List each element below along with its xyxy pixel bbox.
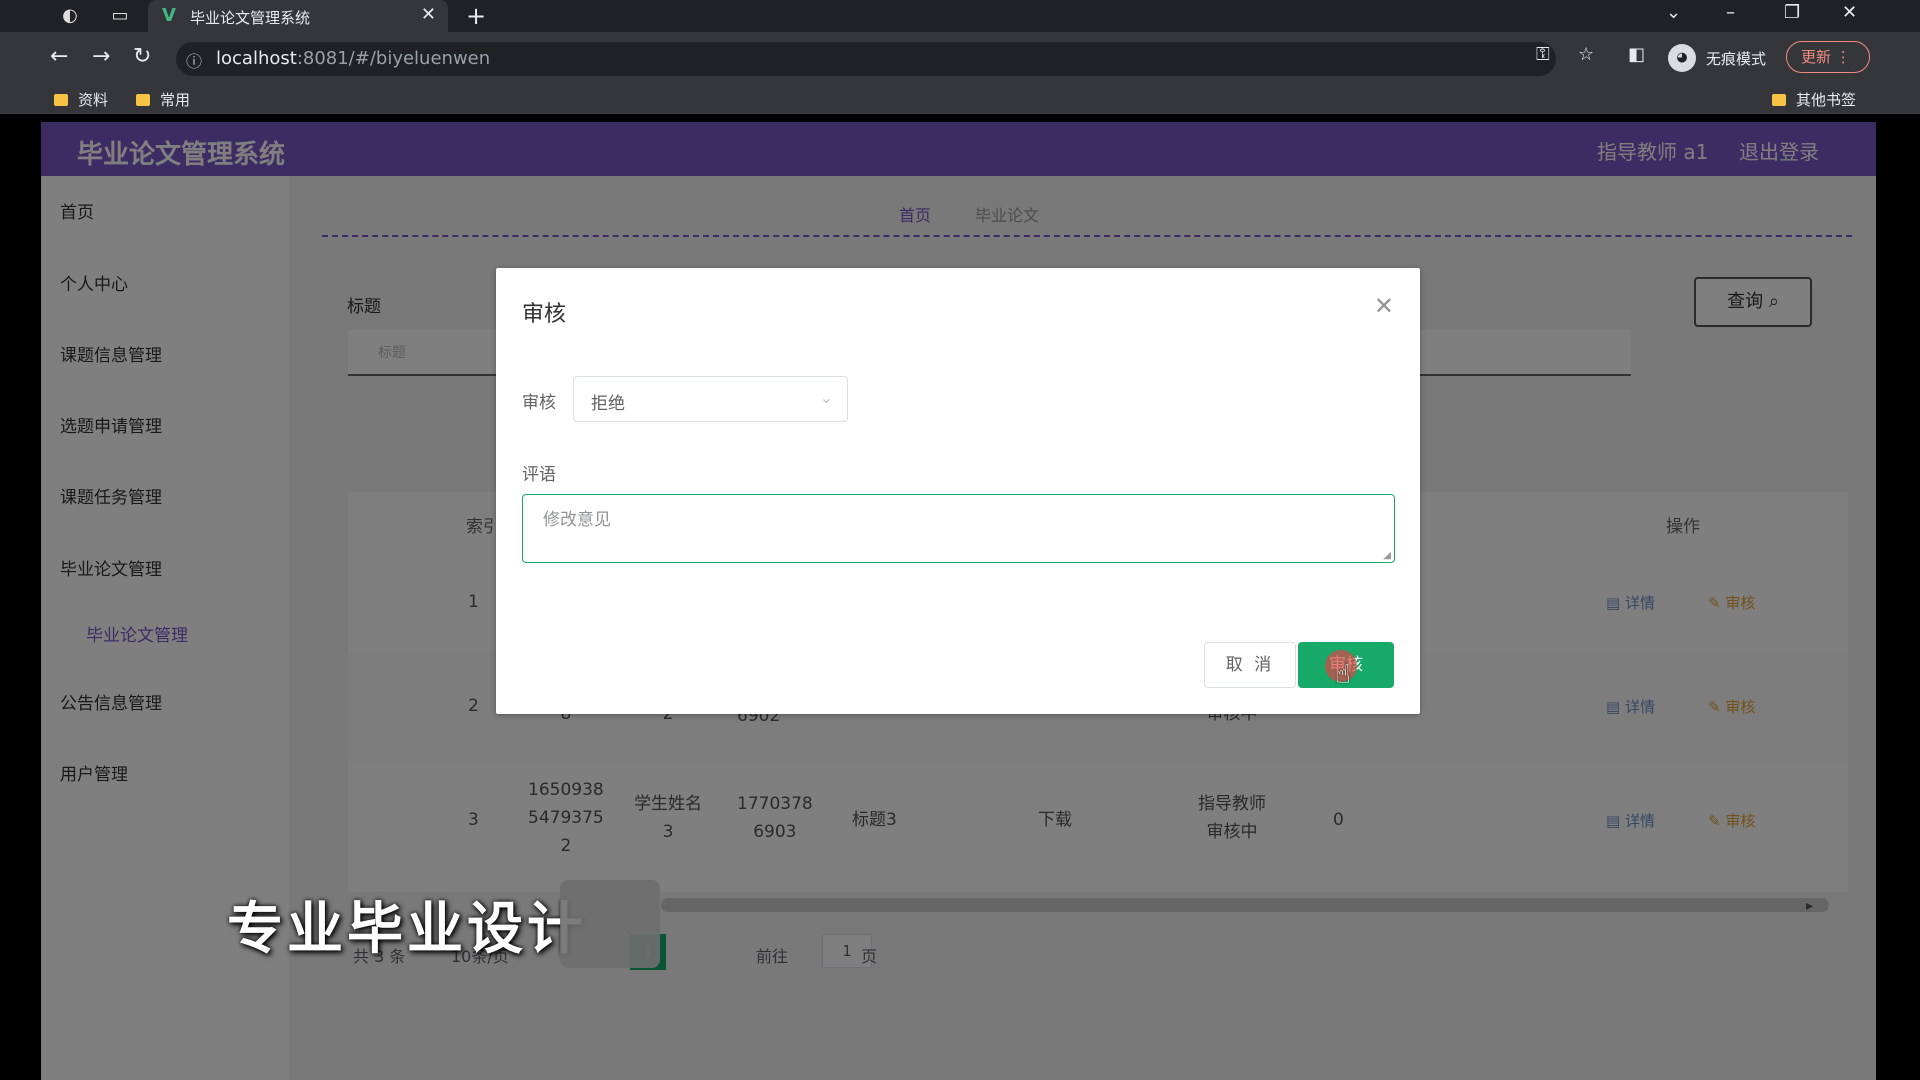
update-button[interactable]: 更新 ⋮ bbox=[1786, 41, 1870, 73]
folder-icon bbox=[1772, 94, 1786, 106]
audit-label: 审核 bbox=[522, 393, 556, 413]
address-bar[interactable]: ⓘ localhost:8081/#/biyeluenwen bbox=[176, 42, 1556, 76]
key-icon[interactable]: ⚿ bbox=[1536, 44, 1550, 65]
back-icon[interactable]: ← bbox=[50, 44, 68, 69]
browser-tab[interactable]: V 毕业论文管理系统 ✕ bbox=[148, 0, 448, 32]
audit-select-value: 拒绝 bbox=[591, 394, 625, 414]
side-panel-icon[interactable]: ◧ bbox=[1628, 44, 1645, 65]
chevron-down-icon: ⌄ bbox=[819, 388, 833, 407]
audit-select[interactable]: 拒绝 ⌄ bbox=[573, 376, 848, 422]
incognito-profile[interactable]: ◕ 无痕模式 bbox=[1664, 41, 1778, 75]
globe-icon[interactable]: ◐ bbox=[58, 4, 82, 28]
incognito-icon: ◕ bbox=[1668, 44, 1696, 72]
bookmark-folder-2[interactable]: 常用 bbox=[136, 89, 190, 110]
reload-icon[interactable]: ↻ bbox=[133, 44, 151, 69]
vue-favicon-icon: V bbox=[162, 5, 176, 26]
other-bookmarks[interactable]: 其他书签 bbox=[1772, 89, 1856, 110]
cancel-button[interactable]: 取 消 bbox=[1204, 642, 1296, 688]
restore-icon[interactable]: ❐ bbox=[1784, 2, 1800, 23]
dialog-close-icon[interactable]: ✕ bbox=[1374, 292, 1394, 320]
site-info-icon[interactable]: ⓘ bbox=[186, 48, 202, 72]
resize-grip-icon[interactable]: ◢ bbox=[1383, 550, 1391, 561]
watermark-blur bbox=[560, 880, 660, 968]
dialog-title: 审核 bbox=[522, 302, 567, 327]
video-watermark: 专业毕业设计 bbox=[227, 897, 587, 962]
url-text: localhost:8081/#/biyeluenwen bbox=[216, 48, 491, 69]
forward-icon[interactable]: → bbox=[92, 44, 110, 69]
tab-search-icon[interactable]: ⌄ bbox=[1666, 2, 1681, 23]
folder-icon bbox=[136, 94, 150, 106]
bookmarks-bar: 资料 常用 其他书签 bbox=[0, 84, 1920, 114]
hand-cursor-icon: ☝ bbox=[1335, 660, 1351, 690]
comment-placeholder: 修改意见 bbox=[543, 510, 611, 530]
comment-label: 评语 bbox=[522, 465, 556, 485]
tab-close-icon[interactable]: ✕ bbox=[421, 4, 436, 25]
folder-icon bbox=[54, 94, 68, 106]
comment-textarea[interactable]: 修改意见 ◢ bbox=[522, 494, 1395, 563]
tab-window-icon[interactable]: ▭ bbox=[108, 4, 132, 28]
minimize-icon[interactable]: – bbox=[1726, 2, 1735, 23]
window-close-icon[interactable]: ✕ bbox=[1842, 2, 1857, 23]
star-icon[interactable]: ☆ bbox=[1578, 44, 1594, 65]
profile-label: 无痕模式 bbox=[1706, 50, 1767, 68]
browser-tabbar: ◐ ▭ V 毕业论文管理系统 ✕ + ⌄ – ❐ ✕ bbox=[0, 0, 1920, 32]
tab-title: 毕业论文管理系统 bbox=[190, 9, 311, 27]
screen: ◐ ▭ V 毕业论文管理系统 ✕ + ⌄ – ❐ ✕ ← → ↻ ⓘ local… bbox=[0, 0, 1920, 1080]
bookmark-folder-1[interactable]: 资料 bbox=[54, 89, 108, 110]
browser-toolbar: ← → ↻ ⓘ localhost:8081/#/biyeluenwen ⚿ ☆… bbox=[0, 32, 1920, 84]
audit-dialog: 审核 ✕ 审核 拒绝 ⌄ 评语 修改意见 ◢ 取 消 审核 ☝ bbox=[496, 268, 1420, 714]
new-tab-icon[interactable]: + bbox=[466, 2, 486, 30]
